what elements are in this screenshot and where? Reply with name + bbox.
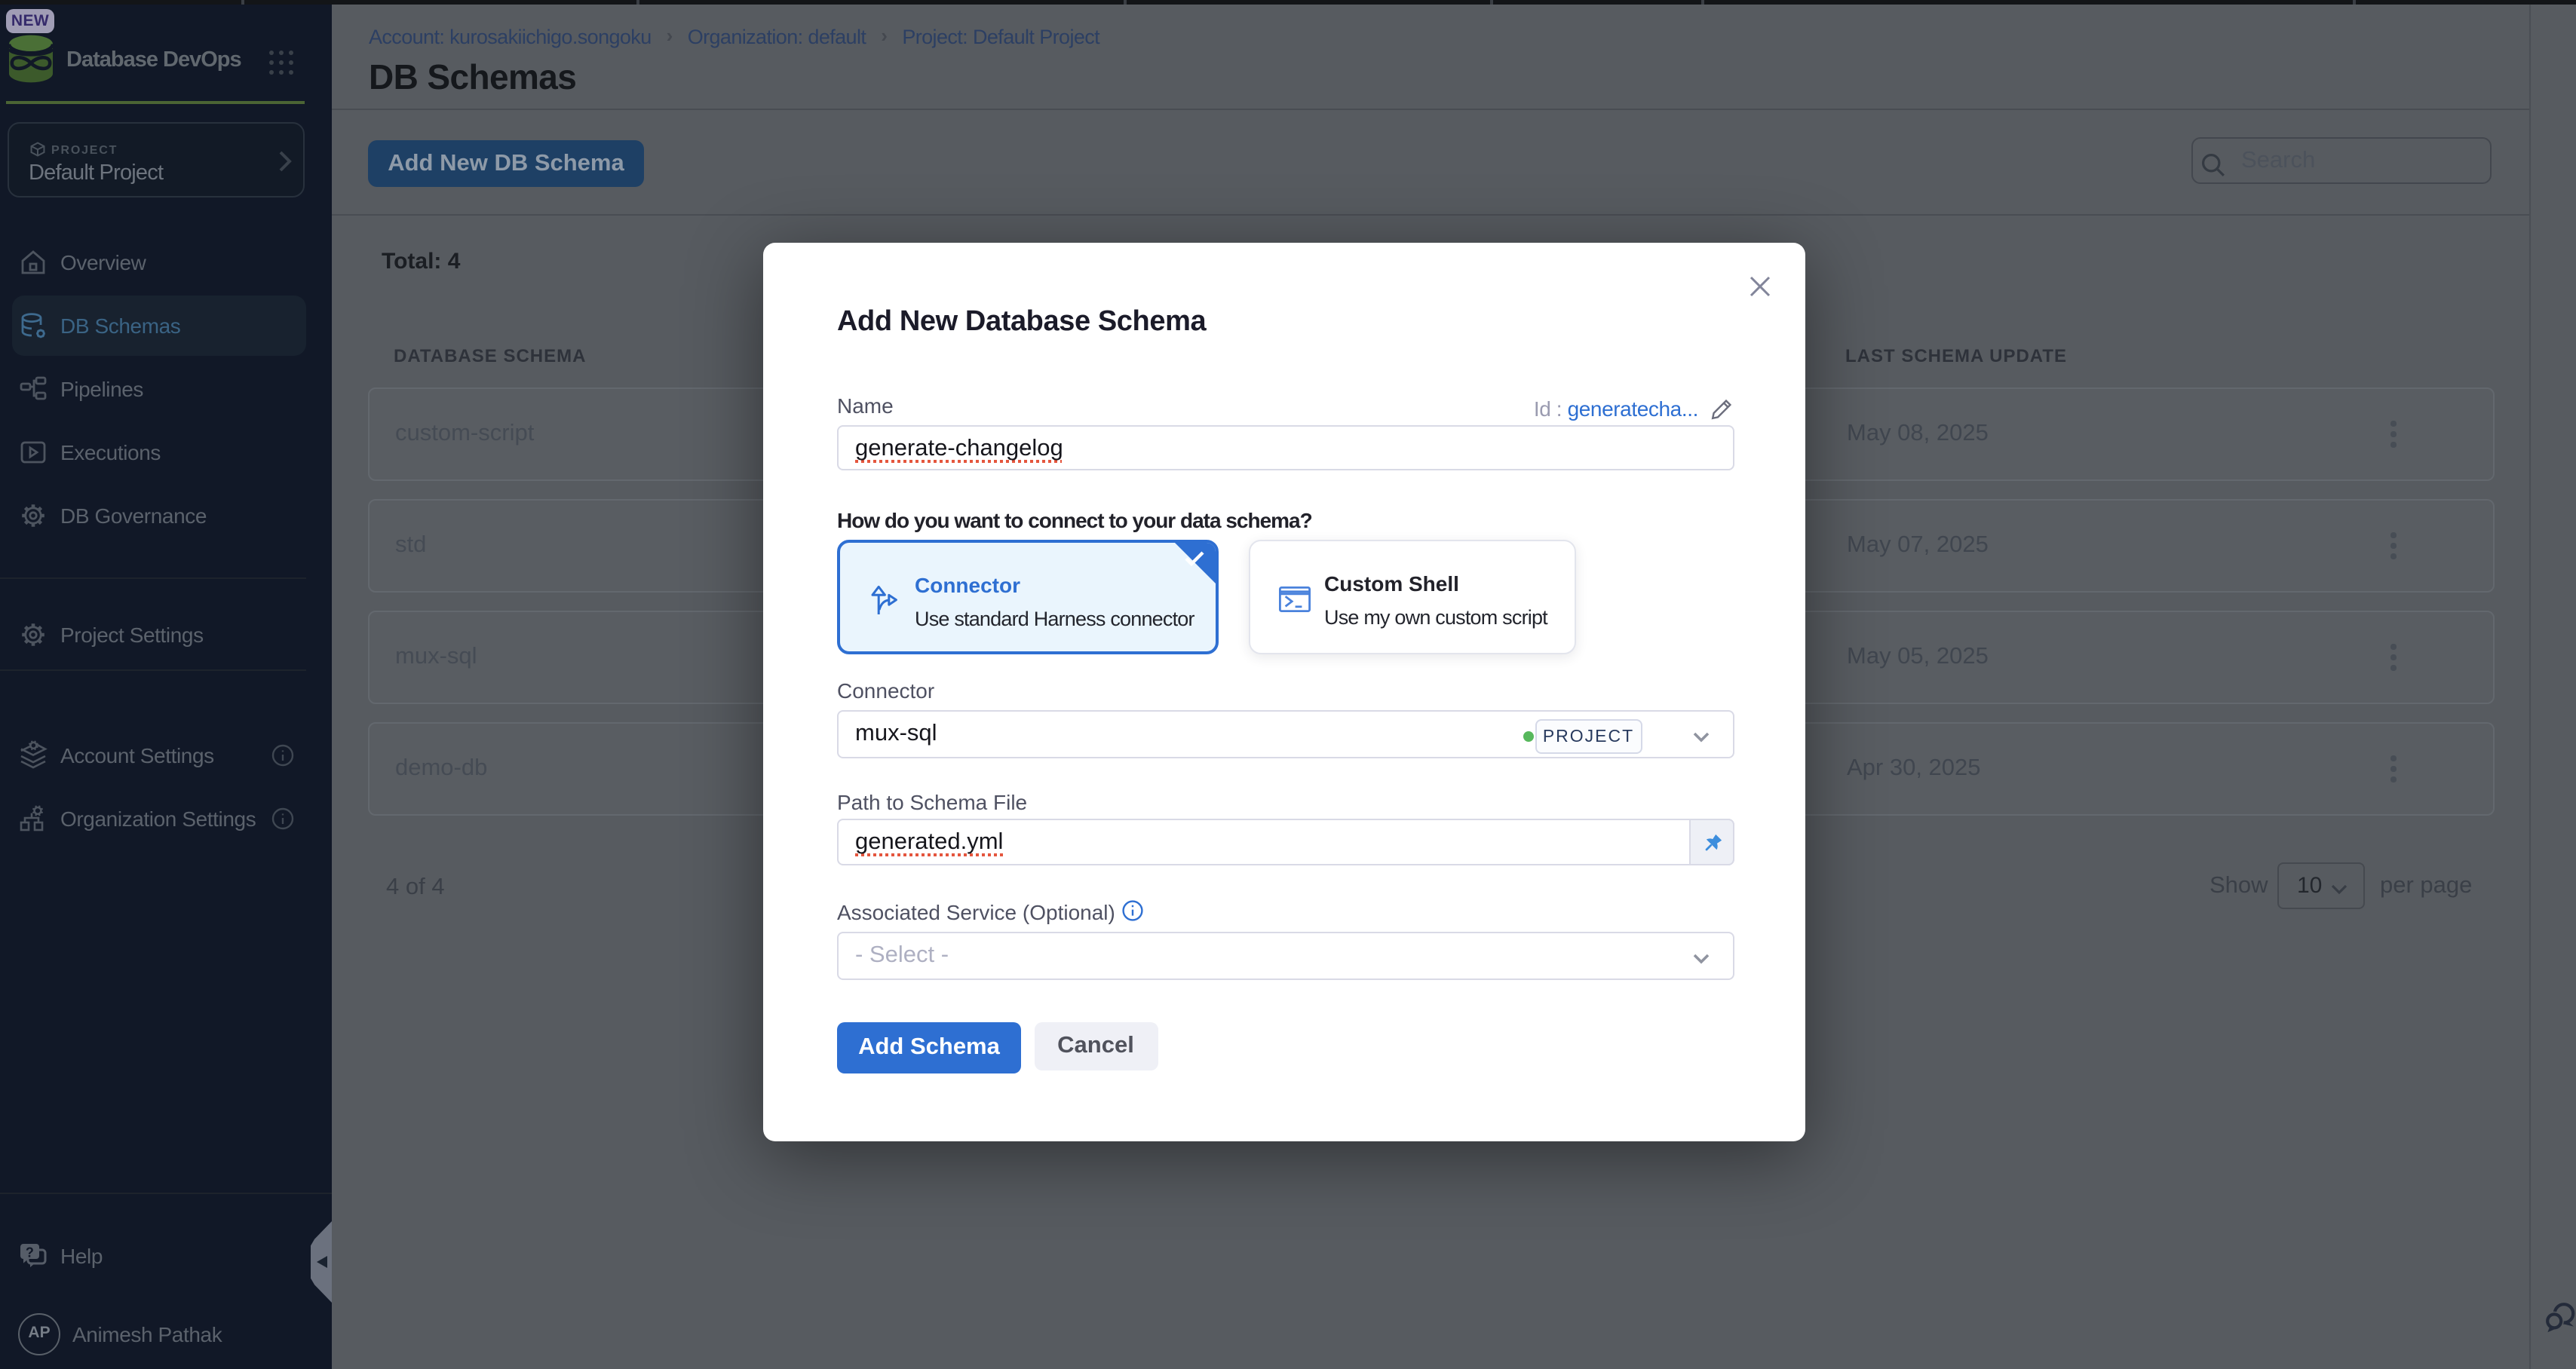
svg-text:?: ? [26,1245,34,1260]
